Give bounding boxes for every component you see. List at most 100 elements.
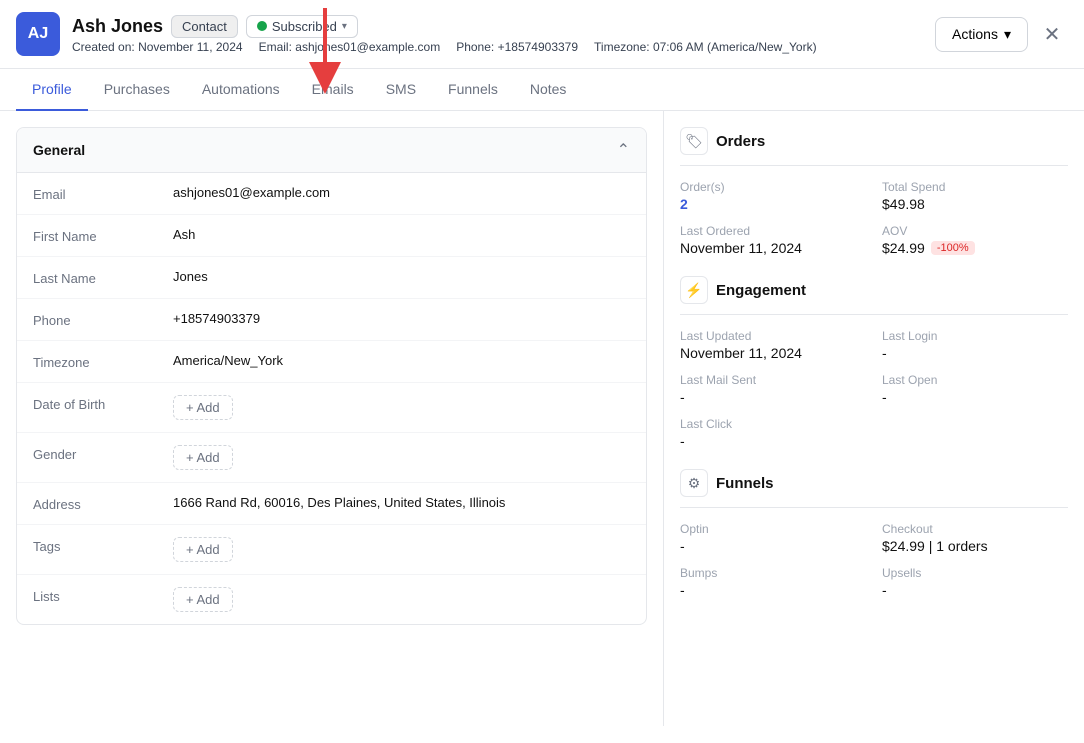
field-label-email: Email [33,185,173,202]
chevron-up-icon[interactable]: ⌃ [617,140,630,160]
subscribed-label: Subscribed [272,19,337,34]
subscribed-dot [257,21,267,31]
email-meta: Email: ashjones01@example.com [259,40,441,54]
upsells-value: - [882,582,1068,598]
chevron-down-icon: ▾ [342,21,347,32]
total-spend-label: Total Spend [882,180,1068,194]
funnels-section: ⚙ Funnels Optin - Checkout $24.99 | 1 or… [680,469,1068,598]
header-actions: Actions ▾ ✕ [935,17,1068,52]
timezone-meta: Timezone: 07:06 AM (America/New_York) [594,40,817,54]
tab-bar: Profile Purchases Automations Emails SMS… [0,69,1084,111]
stat-last-open: Last Open - [882,373,1068,405]
total-spend-value: $49.98 [882,196,1068,212]
stat-last-ordered: Last Ordered November 11, 2024 [680,224,866,256]
field-gender: Gender + Add [17,433,646,483]
last-mail-sent-label: Last Mail Sent [680,373,866,387]
funnels-stats: Optin - Checkout $24.99 | 1 orders Bumps… [680,522,1068,598]
last-ordered-value: November 11, 2024 [680,240,866,256]
engagement-stats: Last Updated November 11, 2024 Last Logi… [680,329,1068,449]
engagement-header: ⚡ Engagement [680,276,1068,315]
tab-sms[interactable]: SMS [370,69,432,111]
field-label-address: Address [33,495,173,512]
checkout-value: $24.99 | 1 orders [882,538,1068,554]
engagement-section: ⚡ Engagement Last Updated November 11, 2… [680,276,1068,449]
actions-label: Actions [952,26,998,42]
orders-icon: 🏷 [680,127,708,155]
contact-badge[interactable]: Contact [171,15,238,38]
last-open-value: - [882,389,1068,405]
last-click-label: Last Click [680,417,1068,431]
optin-label: Optin [680,522,866,536]
subscribed-badge[interactable]: Subscribed ▾ [246,15,358,38]
last-open-label: Last Open [882,373,1068,387]
stat-last-login: Last Login - [882,329,1068,361]
field-tags: Tags + Add [17,525,646,575]
general-title: General [33,142,85,158]
right-panel: 🏷 Orders Order(s) 2 Total Spend $49.98 L… [664,111,1084,726]
last-mail-sent-value: - [680,389,866,405]
tab-automations[interactable]: Automations [186,69,296,111]
stat-orders: Order(s) 2 [680,180,866,212]
tab-funnels[interactable]: Funnels [432,69,514,111]
funnels-title: Funnels [716,475,774,492]
created-on: Created on: November 11, 2024 [72,40,243,54]
orders-section: 🏷 Orders Order(s) 2 Total Spend $49.98 L… [680,127,1068,256]
add-tags-button[interactable]: + Add [173,537,233,562]
stat-total-spend: Total Spend $49.98 [882,180,1068,212]
field-address: Address 1666 Rand Rd, 60016, Des Plaines… [17,483,646,525]
chevron-down-icon: ▾ [1004,26,1011,43]
stat-last-click: Last Click - [680,417,1068,449]
add-lists-button[interactable]: + Add [173,587,233,612]
header-meta: Created on: November 11, 2024 Email: ash… [72,40,833,54]
orders-title: Orders [716,133,765,150]
orders-label: Order(s) [680,180,866,194]
field-timezone: Timezone America/New_York [17,341,646,383]
actions-button[interactable]: Actions ▾ [935,17,1028,52]
engagement-title: Engagement [716,282,806,299]
name-row: Ash Jones Contact Subscribed ▾ [72,15,833,38]
phone-meta: Phone: +18574903379 [456,40,578,54]
field-label-lastname: Last Name [33,269,173,286]
tab-emails[interactable]: Emails [296,69,370,111]
field-email: Email ashjones01@example.com [17,173,646,215]
orders-stats: Order(s) 2 Total Spend $49.98 Last Order… [680,180,1068,256]
aov-row: $24.99 -100% [882,240,1068,256]
stat-checkout: Checkout $24.99 | 1 orders [882,522,1068,554]
last-updated-label: Last Updated [680,329,866,343]
stat-upsells: Upsells - [882,566,1068,598]
field-phone: Phone +18574903379 [17,299,646,341]
stat-aov: AOV $24.99 -100% [882,224,1068,256]
add-gender-button[interactable]: + Add [173,445,233,470]
last-login-value: - [882,345,1068,361]
field-label-timezone: Timezone [33,353,173,370]
optin-value: - [680,538,866,554]
funnels-header: ⚙ Funnels [680,469,1068,508]
contact-name: Ash Jones [72,16,163,37]
engagement-icon: ⚡ [680,276,708,304]
main-content: General ⌃ Email ashjones01@example.com F… [0,111,1084,726]
field-value-address: 1666 Rand Rd, 60016, Des Plaines, United… [173,495,505,510]
field-dob: Date of Birth + Add [17,383,646,433]
last-login-label: Last Login [882,329,1068,343]
header-info-block: Ash Jones Contact Subscribed ▾ Created o… [72,15,833,54]
aov-value: $24.99 [882,240,925,256]
upsells-label: Upsells [882,566,1068,580]
close-button[interactable]: ✕ [1036,18,1068,50]
field-label-lists: Lists [33,587,173,604]
tab-profile[interactable]: Profile [16,69,88,111]
general-section: General ⌃ Email ashjones01@example.com F… [16,127,647,625]
orders-value: 2 [680,196,866,212]
field-value-lastname: Jones [173,269,208,284]
last-ordered-label: Last Ordered [680,224,866,238]
general-header: General ⌃ [17,128,646,173]
aov-label: AOV [882,224,1068,238]
field-label-dob: Date of Birth [33,395,173,412]
add-dob-button[interactable]: + Add [173,395,233,420]
field-label-firstname: First Name [33,227,173,244]
field-lists: Lists + Add [17,575,646,624]
stat-last-updated: Last Updated November 11, 2024 [680,329,866,361]
field-first-name: First Name Ash [17,215,646,257]
tab-notes[interactable]: Notes [514,69,583,111]
bumps-label: Bumps [680,566,866,580]
tab-purchases[interactable]: Purchases [88,69,186,111]
